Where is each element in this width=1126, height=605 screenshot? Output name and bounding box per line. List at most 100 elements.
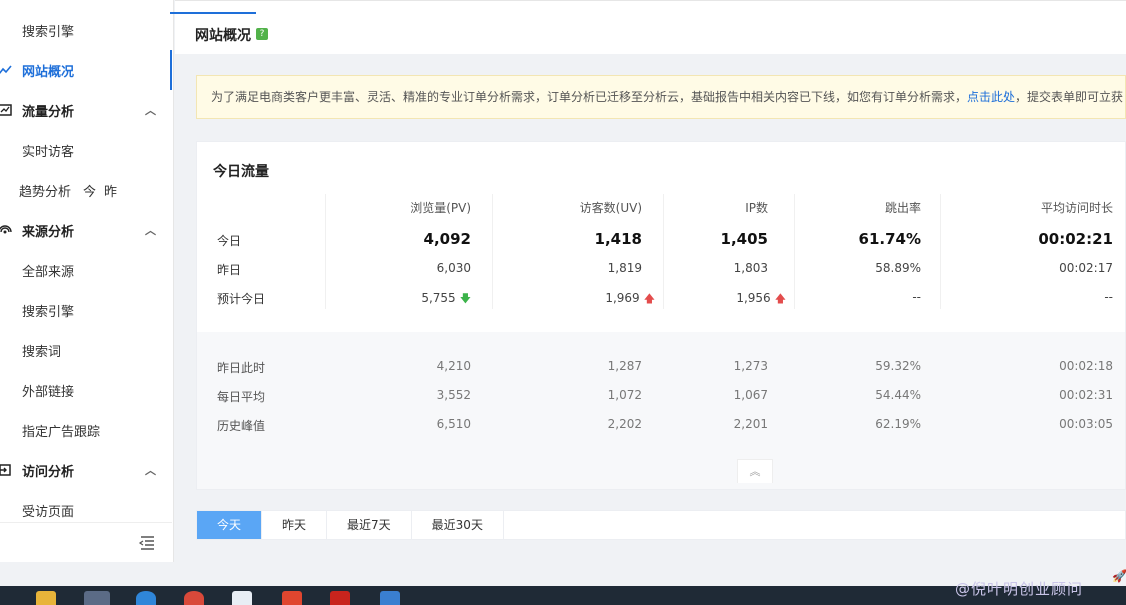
help-icon[interactable]: ?	[256, 28, 268, 40]
login-icon	[0, 464, 11, 476]
sidebar-item-label: 网站概况	[22, 64, 75, 80]
ydn-ip: 1,273	[733, 359, 768, 373]
today-bounce: 61.74%	[858, 230, 921, 248]
peak-uv: 2,202	[607, 417, 642, 431]
sidebar-item-label: 外部链接	[22, 384, 75, 400]
notice-banner: 为了满足电商类客户更丰富、灵活、精准的专业订单分析需求，订单分析已迁移至分析云，…	[196, 75, 1126, 119]
sidebar-item-all-sources[interactable]: 全部来源	[0, 250, 172, 290]
yesterday-duration: 00:02:17	[1059, 261, 1113, 275]
sidebar-item-external-links[interactable]: 外部链接	[0, 370, 172, 410]
sidebar-item-label: 实时访客	[22, 144, 75, 160]
today-tag[interactable]: 今	[83, 181, 96, 200]
sidebar-item-label: 趋势分析	[19, 184, 72, 200]
forecast-uv: 1,969	[605, 291, 640, 305]
card-title: 今日流量	[213, 164, 269, 180]
active-tab-underline	[170, 12, 256, 14]
tab-last-7-days[interactable]: 最近7天	[327, 511, 412, 539]
today-pv: 4,092	[423, 230, 471, 248]
row-label-forecast: 预计今日	[217, 292, 266, 306]
app-blue-icon[interactable]	[380, 591, 400, 605]
sidebar-item-search-engine[interactable]: 搜索引擎	[0, 290, 172, 330]
avg-duration: 00:02:31	[1059, 388, 1113, 402]
signal-icon	[0, 225, 12, 234]
notice-text: 为了满足电商类客户更丰富、灵活、精准的专业订单分析需求，订单分析已迁移至分析云，…	[211, 90, 968, 104]
row-label-yesterday: 昨日	[217, 263, 242, 277]
app-circle-icon[interactable]	[136, 591, 156, 605]
app-red-icon[interactable]	[330, 591, 350, 605]
column-header-bounce: 跳出率	[884, 201, 921, 215]
column-divider	[663, 194, 664, 309]
ydn-duration: 00:02:18	[1059, 359, 1113, 373]
sidebar-item-label: 访问分析	[22, 464, 75, 480]
column-divider	[794, 194, 795, 309]
chevron-up-icon: ︿	[145, 464, 156, 477]
sidebar-item-label: 流量分析	[22, 104, 75, 120]
browser-icon[interactable]	[84, 591, 110, 605]
sidebar-item-label: 受访页面	[22, 504, 75, 520]
app-icon[interactable]	[232, 591, 252, 605]
today-ip: 1,405	[720, 230, 768, 248]
sidebar-item-label: 搜索词	[22, 344, 62, 360]
folder-icon[interactable]	[36, 591, 56, 605]
forecast-bounce: --	[912, 290, 921, 304]
arrow-up-icon: 🡅	[774, 292, 786, 305]
sidebar-group-visit[interactable]: 访问分析 ︿	[0, 450, 172, 490]
sidebar-item-search-words[interactable]: 搜索词	[0, 330, 172, 370]
column-header-pv: 浏览量(PV)	[410, 201, 471, 215]
forecast-pv-cell: 5,755 🡇	[361, 290, 471, 309]
sidebar-item-realtime[interactable]: 实时访客	[0, 130, 172, 170]
sidebar-group-source[interactable]: 来源分析 ︿	[0, 210, 172, 250]
column-divider	[940, 194, 941, 309]
sidebar-item-label: 搜索引擎	[22, 24, 75, 40]
peak-ip: 2,201	[733, 417, 768, 431]
column-divider	[325, 194, 326, 309]
yesterday-tag[interactable]: 昨	[104, 181, 117, 200]
row-label-peak: 历史峰值	[217, 419, 266, 433]
today-duration: 00:02:21	[1038, 230, 1113, 248]
history-section	[197, 332, 1125, 489]
line-chart-icon	[0, 65, 12, 75]
ydn-pv: 4,210	[436, 359, 471, 373]
avg-ip: 1,067	[733, 388, 768, 402]
row-label-daily-avg: 每日平均	[217, 390, 266, 404]
arrow-up-icon: 🡅	[643, 292, 655, 305]
yesterday-uv: 1,819	[607, 261, 642, 275]
peak-bounce: 62.19%	[875, 417, 921, 431]
forecast-duration: --	[1104, 290, 1113, 304]
today-traffic-card: 今日流量 浏览量(PV) 访客数(UV) IP数 跳出率 平均访问时长 今日 4…	[196, 141, 1126, 490]
sidebar-item-trend[interactable]: 趋势分析 今 昨	[0, 170, 172, 210]
ydn-uv: 1,287	[607, 359, 642, 373]
yesterday-ip: 1,803	[733, 261, 768, 275]
tab-last-30-days[interactable]: 最近30天	[412, 511, 504, 539]
avg-pv: 3,552	[436, 388, 471, 402]
wps-icon[interactable]	[282, 591, 302, 605]
column-header-ip: IP数	[745, 201, 768, 215]
collapse-menu-icon[interactable]	[138, 535, 156, 551]
sidebar-item-visited-pages[interactable]: 受访页面	[0, 490, 172, 530]
tab-yesterday[interactable]: 昨天	[262, 511, 328, 539]
sidebar-group-traffic[interactable]: 流量分析 ︿	[0, 90, 172, 130]
chrome-icon[interactable]	[184, 591, 204, 605]
sidebar-divider	[0, 522, 172, 523]
forecast-uv-cell: 1,969 🡅	[542, 290, 655, 309]
chevron-up-icon: ︿	[145, 104, 156, 117]
sidebar-item-search-engine-top[interactable]: 搜索引擎	[0, 10, 172, 50]
row-label-today: 今日	[217, 234, 242, 248]
rocket-icon[interactable]: 🚀	[1112, 569, 1126, 583]
tab-today[interactable]: 今天	[197, 511, 263, 539]
column-header-uv: 访客数(UV)	[579, 201, 642, 215]
sidebar-item-label: 指定广告跟踪	[22, 424, 101, 440]
trend-chart-icon	[0, 104, 12, 116]
collapse-up-button[interactable]: ︽	[737, 459, 773, 483]
page-title: 网站概况	[195, 28, 251, 44]
watermark: @倪叶明创业顾问	[955, 580, 1084, 598]
notice-link[interactable]: 点击此处	[967, 90, 1015, 104]
ydn-bounce: 59.32%	[875, 359, 921, 373]
sidebar-item-ad-tracking[interactable]: 指定广告跟踪	[0, 410, 172, 450]
today-uv: 1,418	[594, 230, 642, 248]
sidebar-item-label: 来源分析	[22, 224, 75, 240]
peak-pv: 6,510	[436, 417, 471, 431]
avg-uv: 1,072	[607, 388, 642, 402]
date-range-tabs: 今天 昨天 最近7天 最近30天	[196, 510, 1126, 540]
sidebar-item-site-overview[interactable]: 网站概况	[0, 50, 172, 90]
